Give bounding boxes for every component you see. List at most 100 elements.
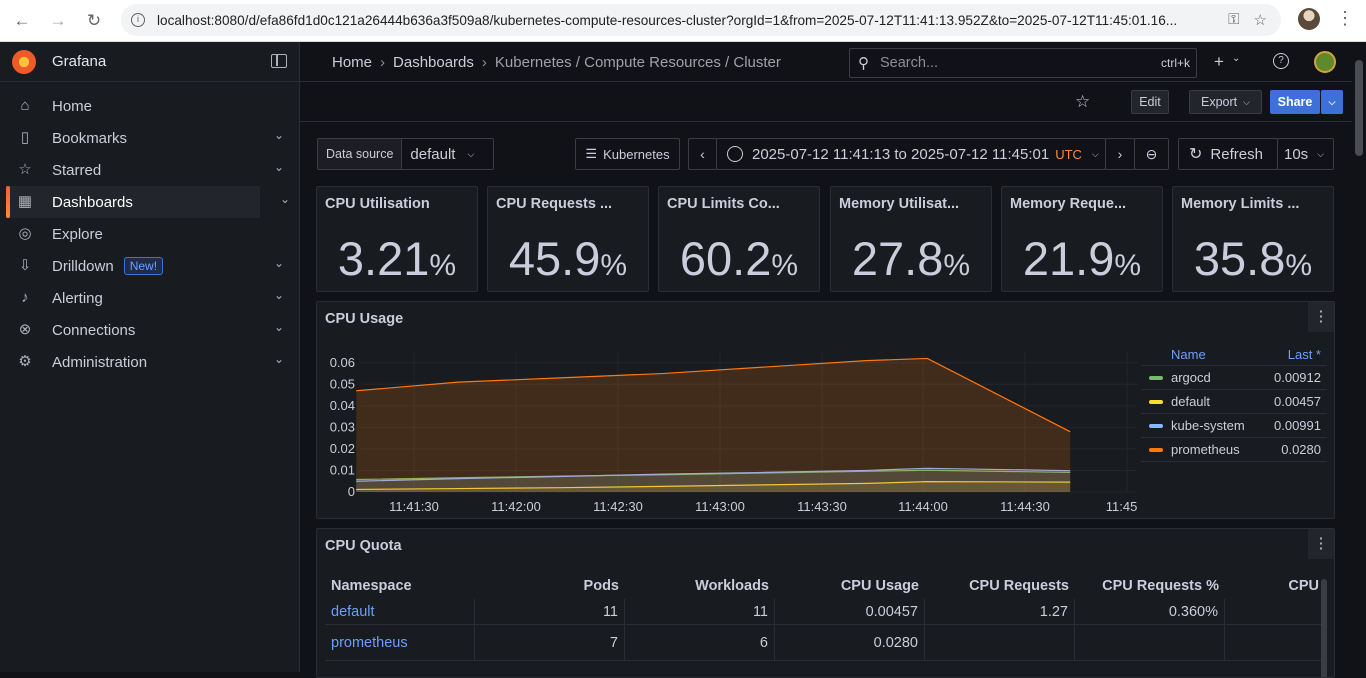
search-placeholder: Search... <box>880 55 939 71</box>
panel-title[interactable]: CPU Usage <box>325 311 403 327</box>
sidebar-item-drilldown[interactable]: ⇩ Drilldown New! ⌄ <box>0 250 284 282</box>
dashboard-actions: ☆ Edit Export ⌵ Share ⌵ <box>300 82 1352 122</box>
legend-row[interactable]: prometheus 0.0280 <box>1141 438 1327 462</box>
chevron-down-icon[interactable]: ⌄ <box>274 128 284 142</box>
user-avatar[interactable] <box>1314 51 1336 73</box>
y-tick-label: 0 <box>348 484 355 499</box>
reload-icon[interactable]: ↻ <box>76 3 112 39</box>
sidebar-item-dashboards[interactable]: ▦ Dashboards ⌄ <box>6 186 290 218</box>
time-back-button[interactable]: ‹ <box>688 138 717 170</box>
cpu-usage-chart[interactable]: 0.06 0.05 0.04 0.03 0.02 0.01 0 11:41:30 11:42:0… <box>317 342 1137 520</box>
table-scrollbar[interactable] <box>1321 579 1327 677</box>
refresh-interval-picker[interactable]: 10s ⌵ <box>1277 138 1334 170</box>
search-input[interactable]: ⚲ Search... ctrl+k <box>849 48 1197 78</box>
stat-panel[interactable]: CPU Utilisation 3.21% <box>316 186 478 292</box>
stat-panel[interactable]: Memory Reque... 21.9% <box>1001 186 1163 292</box>
sidebar-item-explore[interactable]: ◎ Explore <box>0 218 259 250</box>
sidebar-item-alerting[interactable]: ♪ Alerting ⌄ <box>0 282 284 314</box>
chevron-down-icon[interactable]: ⌄ <box>274 320 284 334</box>
legend-row[interactable]: default 0.00457 <box>1141 390 1327 414</box>
stat-panel[interactable]: CPU Requests ... 45.9% <box>487 186 649 292</box>
share-button[interactable]: Share <box>1270 90 1320 114</box>
menu-lines-icon: ☰ <box>585 146 598 161</box>
star-icon: ☆ <box>18 161 32 178</box>
stat-panel[interactable]: Memory Limits ... 35.8% <box>1172 186 1334 292</box>
column-header[interactable]: Workloads <box>625 573 775 599</box>
chevron-down-icon[interactable]: ⌵ <box>467 149 474 160</box>
legend-last-value: 0.0280 <box>1281 442 1321 457</box>
x-tick-label: 11:43:00 <box>695 499 745 514</box>
chevron-down-icon[interactable]: ⌄ <box>274 352 284 366</box>
url-text[interactable]: localhost:8080/d/efa86fd1d0c121a26444b63… <box>157 13 1228 28</box>
zoom-out-icon: ⊖ <box>1145 145 1158 162</box>
breadcrumb-dashboards[interactable]: Dashboards <box>393 54 474 71</box>
refresh-button[interactable]: ↻ Refresh <box>1178 138 1278 170</box>
site-info-icon[interactable]: i <box>131 13 145 27</box>
stat-panel[interactable]: Memory Utilisat... 27.8% <box>830 186 992 292</box>
column-header[interactable]: Pods <box>475 573 625 599</box>
address-bar[interactable]: i localhost:8080/d/efa86fd1d0c121a26444b… <box>121 4 1281 36</box>
chevron-left-icon: ‹ <box>700 146 705 162</box>
breadcrumb-home[interactable]: Home <box>332 54 372 71</box>
datasource-value[interactable]: default <box>410 146 455 163</box>
grafana-logo-icon[interactable] <box>12 49 36 74</box>
column-header[interactable]: CPU <box>1225 573 1325 599</box>
namespace-link[interactable]: prometheus <box>325 625 475 660</box>
sidebar-item-starred[interactable]: ☆ Starred ⌄ <box>0 154 284 186</box>
time-range-picker[interactable]: 2025-07-12 11:41:13 to 2025-07-12 11:45:… <box>716 138 1106 170</box>
datasource-picker[interactable]: Data source default ⌵ <box>317 138 494 170</box>
panel-menu-icon[interactable]: ⋮ <box>1308 529 1334 559</box>
page-scrollbar[interactable] <box>1352 42 1366 672</box>
profile-avatar[interactable] <box>1298 8 1320 30</box>
table-cell: 11 <box>475 599 625 624</box>
legend-series-name: argocd <box>1171 370 1211 385</box>
star-icon[interactable]: ☆ <box>1075 92 1090 112</box>
panel-menu-icon[interactable]: ⋮ <box>1308 302 1334 332</box>
refresh-label: Refresh <box>1210 145 1263 163</box>
time-forward-button[interactable]: › <box>1105 138 1135 170</box>
legend-header-last[interactable]: Last * <box>1288 347 1321 362</box>
chevron-down-icon[interactable]: ⌄ <box>274 288 284 302</box>
stat-number: 35.8 <box>1193 232 1286 285</box>
stat-panel[interactable]: CPU Limits Co... 60.2% <box>658 186 820 292</box>
legend-row[interactable]: argocd 0.00912 <box>1141 366 1327 390</box>
home-icon: ⌂ <box>20 97 30 114</box>
browser-menu-icon[interactable]: ⋮ <box>1336 8 1354 29</box>
sidebar-item-label: Explore <box>52 225 103 243</box>
namespace-link[interactable]: default <box>325 599 475 624</box>
share-options-chevron-icon[interactable]: ⌵ <box>1321 90 1343 114</box>
legend-header-name[interactable]: Name <box>1171 347 1206 362</box>
sidebar-item-home[interactable]: ⌂ Home <box>0 90 259 122</box>
dock-menu-icon[interactable] <box>271 54 287 68</box>
x-tick-label: 11:41:30 <box>389 499 439 514</box>
add-plus-icon[interactable]: + <box>1214 52 1224 72</box>
page-scroll-thumb[interactable] <box>1355 60 1363 156</box>
legend-swatch <box>1149 447 1163 452</box>
zoom-out-button[interactable]: ⊖ <box>1134 138 1169 170</box>
password-key-icon[interactable]: ⚿ <box>1228 11 1239 29</box>
back-arrow-icon[interactable]: ← <box>4 3 40 39</box>
bookmark-star-icon[interactable]: ☆ <box>1254 11 1267 29</box>
x-tick-label: 11:43:30 <box>797 499 847 514</box>
column-header[interactable]: CPU Usage <box>775 573 925 599</box>
sidebar-item-connections[interactable]: ⊗ Connections ⌄ <box>0 314 284 346</box>
legend-row[interactable]: kube-system 0.00991 <box>1141 414 1327 438</box>
sidebar-item-bookmarks[interactable]: ▯ Bookmarks ⌄ <box>0 122 284 154</box>
chevron-down-icon[interactable]: ⌄ <box>280 192 290 206</box>
forward-arrow-icon[interactable]: → <box>40 3 76 39</box>
chevron-down-icon[interactable]: ⌄ <box>274 160 284 174</box>
help-icon[interactable]: ? <box>1273 53 1289 69</box>
column-header[interactable]: CPU Requests <box>925 573 1075 599</box>
edit-button[interactable]: Edit <box>1131 90 1169 114</box>
column-header[interactable]: Namespace <box>325 573 475 599</box>
sidebar-item-administration[interactable]: ⚙ Administration ⌄ <box>0 346 284 378</box>
kubernetes-links-button[interactable]: ☰ Kubernetes <box>575 138 680 170</box>
panel-title[interactable]: CPU Quota <box>325 538 402 554</box>
chevron-down-icon[interactable]: ⌄ <box>274 256 284 270</box>
search-icon: ⚲ <box>858 55 869 72</box>
column-header[interactable]: CPU Requests % <box>1075 573 1225 599</box>
compass-icon: ◎ <box>18 225 32 242</box>
export-button[interactable]: Export ⌵ <box>1189 90 1262 114</box>
y-tick-label: 0.01 <box>330 462 355 477</box>
chevron-down-icon[interactable]: ⌄ <box>1232 53 1240 64</box>
